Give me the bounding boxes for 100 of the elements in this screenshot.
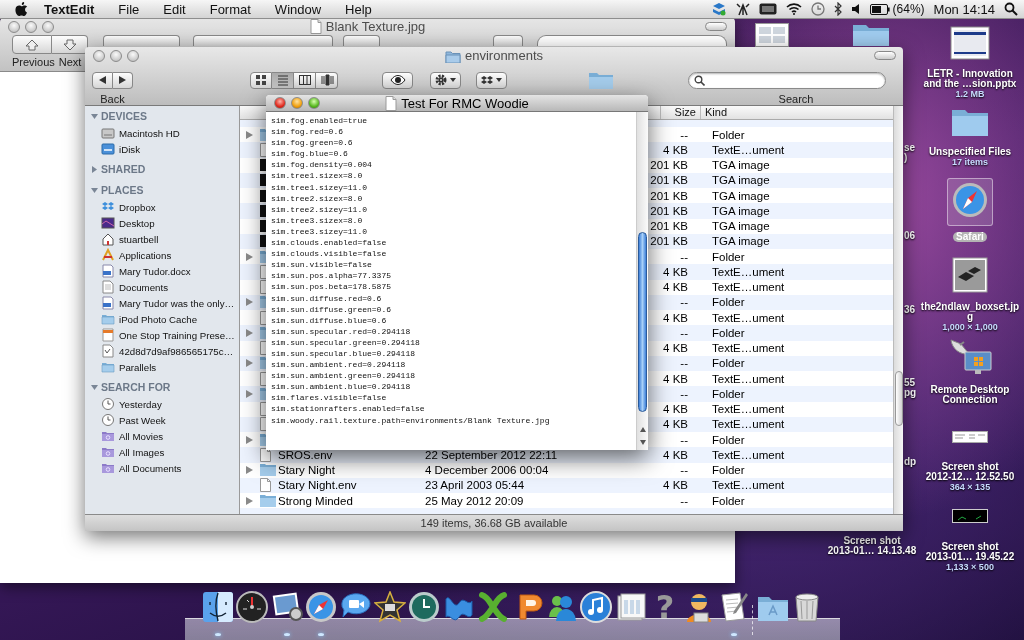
icon-label[interactable]: Screen shot bbox=[840, 536, 904, 546]
antenna-icon[interactable] bbox=[735, 2, 750, 16]
sidebar-item[interactable]: iPod Photo Cache bbox=[119, 313, 198, 325]
bluetooth-icon[interactable] bbox=[833, 2, 842, 16]
icon-label[interactable]: LETR - Innovation bbox=[924, 69, 1016, 79]
action-menu-button[interactable] bbox=[430, 71, 461, 89]
search-field[interactable] bbox=[688, 71, 886, 89]
forward-button[interactable] bbox=[113, 71, 133, 89]
quick-look-button[interactable] bbox=[382, 71, 413, 89]
icon-label[interactable]: Screen shot bbox=[938, 542, 1002, 552]
battery-percentage[interactable]: (64%) bbox=[892, 2, 925, 16]
scrollbar-thumb[interactable] bbox=[895, 371, 903, 426]
previous-button[interactable] bbox=[12, 35, 52, 54]
icon-label[interactable]: Screen shot bbox=[938, 462, 1002, 472]
compass-icon[interactable] bbox=[305, 591, 338, 623]
sidebar-item[interactable]: All Images bbox=[119, 446, 165, 458]
speaker-icon[interactable] bbox=[850, 3, 861, 15]
photo-thumbnail-icon[interactable] bbox=[952, 257, 988, 293]
disclosure-triangle-icon[interactable] bbox=[245, 252, 253, 261]
zoom-button[interactable] bbox=[127, 49, 139, 62]
disclosure-triangle-icon[interactable] bbox=[91, 186, 98, 194]
scrollbar-thumb[interactable] bbox=[638, 232, 647, 412]
menu-item[interactable]: Window bbox=[273, 1, 323, 17]
toolbar-button[interactable] bbox=[193, 35, 333, 46]
close-button[interactable] bbox=[8, 20, 20, 33]
icon-label[interactable]: Unspecified Files bbox=[925, 147, 1015, 157]
disclosure-triangle-icon[interactable] bbox=[245, 389, 253, 398]
disclosure-triangle-icon[interactable] bbox=[245, 328, 253, 337]
sidebar-item[interactable]: Mary Tudor.docx bbox=[119, 265, 191, 277]
close-button[interactable] bbox=[93, 49, 105, 62]
icon-label[interactable]: Remote Desktop bbox=[927, 385, 1013, 395]
gauge-icon[interactable] bbox=[236, 591, 269, 623]
zoom-button[interactable] bbox=[308, 97, 320, 109]
toolbar-button[interactable] bbox=[103, 35, 180, 46]
display-icon[interactable] bbox=[758, 3, 777, 15]
icon-label[interactable]: and the …sion.pptx bbox=[920, 79, 1020, 89]
menu-item[interactable]: Edit bbox=[162, 1, 187, 17]
toolbar-toggle-button[interactable] bbox=[705, 22, 727, 31]
icon-label[interactable]: 2012-12… 12.52.50 bbox=[922, 472, 1018, 482]
icon-label[interactable]: Connection bbox=[939, 395, 1001, 405]
disclosure-triangle-icon[interactable] bbox=[91, 383, 98, 391]
apple-icon[interactable] bbox=[14, 1, 28, 17]
column-view-button[interactable] bbox=[294, 71, 316, 89]
sidebar-item[interactable]: 42d8d7d9af986565175c… bbox=[119, 345, 234, 357]
screenshot-thumbnail-icon[interactable] bbox=[952, 509, 988, 523]
toolbar-toggle-button[interactable] bbox=[874, 51, 896, 60]
menu-item[interactable]: File bbox=[117, 1, 141, 17]
sidebar-item[interactable]: Dropbox bbox=[119, 201, 156, 213]
minimize-button[interactable] bbox=[291, 97, 303, 109]
sidebar-item[interactable]: Desktop bbox=[119, 217, 155, 229]
next-button[interactable] bbox=[52, 35, 88, 54]
sidebar-item[interactable]: Macintosh HD bbox=[119, 127, 180, 139]
menu-clock[interactable]: Mon 14:14 bbox=[933, 1, 995, 17]
menu-item[interactable]: Format bbox=[208, 1, 252, 17]
cover-flow-button[interactable] bbox=[316, 71, 338, 89]
app-icon[interactable] bbox=[477, 591, 510, 623]
smiling-face-icon[interactable] bbox=[202, 591, 234, 623]
screenshot-thumbnail-icon[interactable] bbox=[952, 431, 988, 443]
toolbar-button[interactable] bbox=[493, 35, 523, 46]
dropbox-menu-button[interactable] bbox=[476, 71, 507, 89]
sidebar-item[interactable]: Documents bbox=[119, 281, 168, 293]
sidebar-item[interactable]: iDisk bbox=[119, 143, 140, 155]
clock-icon[interactable] bbox=[408, 591, 441, 623]
help-icon[interactable]: ? bbox=[655, 591, 675, 623]
battery-icon[interactable] bbox=[869, 3, 890, 15]
photos-icon[interactable] bbox=[270, 591, 303, 623]
column-header[interactable]: Size bbox=[660, 106, 700, 119]
disclosure-triangle-icon[interactable] bbox=[245, 359, 253, 368]
menu-item[interactable]: Help bbox=[344, 1, 373, 17]
disclosure-triangle-icon[interactable] bbox=[245, 435, 253, 444]
star-icon[interactable] bbox=[373, 591, 406, 623]
icon-label[interactable]: the2ndlaw_boxset.jp bbox=[917, 302, 1023, 312]
app-menu[interactable]: TextEdit bbox=[44, 1, 95, 17]
music-note-icon[interactable] bbox=[580, 591, 613, 623]
minimize-button[interactable] bbox=[110, 49, 122, 62]
disclosure-triangle-icon[interactable] bbox=[245, 130, 253, 139]
icon-label[interactable]: 2013-01… 19.45.22 bbox=[922, 552, 1018, 562]
sidebar-item[interactable]: Applications bbox=[119, 249, 172, 261]
disclosure-triangle-icon[interactable] bbox=[245, 466, 253, 475]
disclosure-triangle-icon[interactable] bbox=[245, 298, 253, 307]
disclosure-triangle-icon[interactable] bbox=[245, 496, 253, 505]
sidebar-item[interactable]: Past Week bbox=[119, 414, 166, 426]
sidebar-item[interactable]: stuartbell bbox=[119, 233, 159, 245]
icon-label[interactable]: g bbox=[963, 312, 977, 322]
minimize-button[interactable] bbox=[25, 20, 37, 33]
back-button[interactable] bbox=[92, 71, 113, 89]
search-field[interactable] bbox=[537, 35, 727, 46]
sidebar-item[interactable]: One Stop Training Prese… bbox=[119, 329, 235, 341]
toolbar-button[interactable] bbox=[343, 35, 380, 46]
box-icon[interactable] bbox=[710, 2, 727, 16]
remote-desktop-icon[interactable] bbox=[947, 336, 993, 376]
sidebar-item[interactable]: All Documents bbox=[119, 462, 182, 474]
sidebar-item[interactable]: Yesterday bbox=[119, 398, 162, 410]
sidebar-item[interactable]: Mary Tudor was the only… bbox=[119, 297, 235, 309]
sidebar-item[interactable]: Parallels bbox=[119, 361, 157, 373]
search-icon[interactable] bbox=[1004, 2, 1018, 16]
close-button[interactable] bbox=[274, 97, 286, 109]
slides-thumbnail-icon[interactable] bbox=[950, 26, 990, 60]
zoom-button[interactable] bbox=[42, 20, 54, 33]
disclosure-triangle-icon[interactable] bbox=[91, 112, 98, 120]
